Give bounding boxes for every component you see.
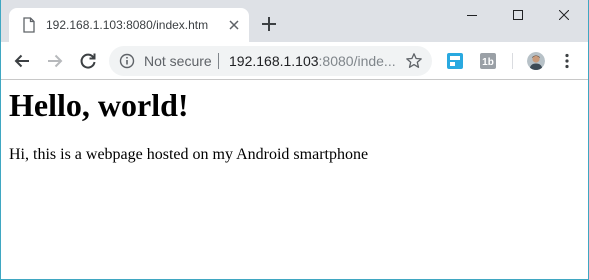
page-heading: Hello, world!: [9, 87, 189, 123]
minimize-button[interactable]: [449, 0, 495, 30]
window-close-button[interactable]: [541, 0, 587, 30]
back-arrow-icon[interactable]: [11, 50, 33, 72]
avatar[interactable]: [527, 52, 545, 70]
close-icon[interactable]: [227, 18, 241, 32]
star-icon[interactable]: [405, 52, 423, 70]
url-text[interactable]: 192.168.1.103:8080/inde...: [229, 53, 396, 69]
url-host: 192.168.1.103: [229, 53, 319, 69]
plus-icon[interactable]: [259, 14, 279, 34]
page-paragraph: Hi, this is a webpage hosted on my Andro…: [9, 146, 369, 163]
tab-title: 192.168.1.103:8080/index.htm: [46, 18, 209, 32]
toolbar-separator: [512, 53, 513, 69]
window-close-icon: [559, 10, 569, 20]
tab-strip: 192.168.1.103:8080/index.htm: [1, 0, 588, 42]
browser-toolbar: Not secure 192.168.1.103:8080/inde... 1b: [1, 42, 588, 80]
address-bar[interactable]: Not secure 192.168.1.103:8080/inde...: [109, 46, 432, 76]
tab-active[interactable]: 192.168.1.103:8080/index.htm: [9, 8, 249, 42]
page-content: Hello, world! Hi, this is a webpage host…: [1, 80, 588, 279]
info-icon[interactable]: [119, 53, 135, 69]
maximize-button[interactable]: [495, 0, 541, 30]
reload-icon[interactable]: [77, 50, 99, 72]
security-label[interactable]: Not secure: [144, 53, 212, 69]
page-icon: [23, 17, 35, 33]
more-vert-icon[interactable]: [561, 52, 573, 70]
forward-arrow-icon[interactable]: [44, 50, 66, 72]
extension-1b-icon[interactable]: 1b: [480, 53, 496, 69]
extension-tile-icon[interactable]: [447, 53, 463, 69]
svg-text:1b: 1b: [482, 57, 494, 68]
address-separator: [218, 53, 219, 69]
browser-window: 192.168.1.103:8080/index.htm Not secure …: [0, 0, 589, 280]
minimize-icon: [467, 15, 477, 16]
maximize-icon: [513, 10, 523, 20]
url-rest: :8080/inde...: [318, 53, 396, 69]
